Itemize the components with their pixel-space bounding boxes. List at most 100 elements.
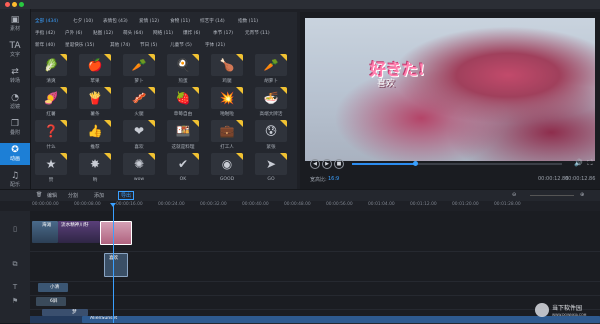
delete-button[interactable]: 🗑 xyxy=(36,192,42,198)
sticker-thumbnail[interactable]: 🍜 xyxy=(255,87,287,109)
sticker-thumbnail[interactable]: ✺ xyxy=(123,153,155,175)
sticker-item[interactable]: ★ 赞 xyxy=(35,153,67,183)
scrubber-handle[interactable] xyxy=(413,161,418,166)
sidebar-item-transition[interactable]: ⇄ 转场 xyxy=(0,65,30,87)
sidebar-item-overlay[interactable]: ❐ 叠附 xyxy=(0,117,30,139)
tab-category[interactable]: 食物 (11) xyxy=(170,18,190,24)
sticker-thumbnail[interactable]: 🍠 xyxy=(35,87,67,109)
sticker-thumbnail[interactable]: 🥕 xyxy=(123,54,155,76)
tab-category[interactable]: 综艺字 (14) xyxy=(200,18,225,24)
tab-category[interactable]: 字体 (21) xyxy=(205,42,225,48)
video-lane[interactable]: 海滩 流水精神川籽 xyxy=(30,211,600,252)
prev-frame-button[interactable]: ◀ xyxy=(310,159,320,169)
sticker-item[interactable]: 💼 打工人 xyxy=(211,120,243,150)
tab-category[interactable]: 儿童节 (5) xyxy=(170,42,192,48)
sticker-thumbnail[interactable]: ◉ xyxy=(211,153,243,175)
sidebar-item-filter[interactable]: ◔ 滤镜 xyxy=(0,91,30,113)
video-clip-selected[interactable] xyxy=(100,221,132,245)
sticker-item[interactable]: 🍓 草莓自由 xyxy=(167,87,199,117)
sticker-item[interactable]: 🥬 清爽 xyxy=(35,54,67,84)
split-button[interactable]: 分割 xyxy=(68,192,78,199)
sticker-item[interactable]: ✺ wow xyxy=(123,153,155,182)
sticker-thumbnail[interactable]: ➤ xyxy=(255,153,287,175)
tab-category[interactable]: 爆炸 (6) xyxy=(183,30,200,36)
sticker-item[interactable]: 💥 啪啪啦 xyxy=(211,87,243,117)
tab-category[interactable]: 指数 (11) xyxy=(238,18,258,24)
sticker-item[interactable]: ➤ GO xyxy=(255,153,287,182)
sticker-item[interactable]: ✔ OK xyxy=(167,153,199,182)
sticker-item[interactable]: 🍟 薯条 xyxy=(79,87,111,117)
close-window-button[interactable] xyxy=(5,2,10,7)
zoom-window-button[interactable] xyxy=(19,2,24,7)
sticker-thumbnail[interactable]: 💥 xyxy=(211,87,243,109)
sidebar-item-animation[interactable]: ✪ 动画 xyxy=(0,143,30,165)
sticker-thumbnail[interactable]: 😰 xyxy=(255,120,287,142)
tab-category[interactable]: 网络 (11) xyxy=(153,30,173,36)
sticker-thumbnail[interactable]: 🥬 xyxy=(35,54,67,76)
video-clip[interactable]: 流水精神川籽 xyxy=(58,221,100,243)
sticker-item[interactable]: ❤ 喜欢 xyxy=(123,120,155,150)
add-button[interactable]: 添加 xyxy=(94,192,104,199)
sticker-thumbnail[interactable]: ★ xyxy=(35,153,67,175)
fullscreen-icon[interactable]: ⛶ xyxy=(586,159,594,167)
tab-category[interactable]: 手指 (42) xyxy=(35,30,55,36)
sticker-thumbnail[interactable]: 🥓 xyxy=(123,87,155,109)
sidebar-item-media[interactable]: ▣ 素材 xyxy=(0,13,30,35)
sticker-item[interactable]: 🍱 这就是料理 xyxy=(167,120,199,150)
tab-category[interactable]: 其他 (74) xyxy=(110,42,130,48)
tab-category[interactable]: 表情包 (43) xyxy=(103,18,128,24)
sticker-item[interactable]: 🥕 萝卜 xyxy=(123,54,155,84)
tab-category[interactable]: 星诞快乐 (15) xyxy=(65,42,94,48)
text-lane[interactable]: 小清 xyxy=(30,281,600,296)
sidebar-item-text[interactable]: TA 文字 xyxy=(0,39,30,61)
sticker-thumbnail[interactable]: 💼 xyxy=(211,120,243,142)
tab-category[interactable]: 户外 (6) xyxy=(65,30,82,36)
sticker-clip[interactable]: 梦 xyxy=(42,309,88,316)
sticker-item[interactable]: 🍎 苹果 xyxy=(79,54,111,84)
sticker-thumbnail[interactable]: 🥕 xyxy=(255,54,287,76)
tab-category[interactable]: 萌头 (64) xyxy=(123,30,143,36)
sticker-item[interactable]: 🥕 胡萝卜 xyxy=(255,54,287,84)
zoom-slider[interactable] xyxy=(530,195,574,196)
music-clip[interactable]: AlienSunset xyxy=(82,316,600,323)
sticker-item[interactable]: 👍 推荐 xyxy=(79,120,111,150)
tab-category[interactable]: 季节 (17) xyxy=(213,30,233,36)
sticker-thumbnail[interactable]: 🍎 xyxy=(79,54,111,76)
sticker-thumbnail[interactable]: 🍓 xyxy=(167,87,199,109)
sticker-item[interactable]: 🍠 红薯 xyxy=(35,87,67,117)
edit-button[interactable]: 编辑 xyxy=(47,192,57,199)
preview-scrubber[interactable] xyxy=(352,161,562,166)
sticker-item[interactable]: 🍜 高端大牌活 xyxy=(255,87,287,117)
sticker-item[interactable]: 🍳 煎蛋 xyxy=(167,54,199,84)
sticker-thumbnail[interactable]: 🍱 xyxy=(167,120,199,142)
tab-category[interactable]: 全部 (434) xyxy=(35,18,58,24)
sticker-item[interactable]: 🍗 鸡腿 xyxy=(211,54,243,84)
sticker-thumbnail[interactable]: ❤ xyxy=(123,120,155,142)
sticker-item[interactable]: ◉ GOOD xyxy=(211,153,243,182)
sticker-thumbnail[interactable]: 🍗 xyxy=(211,54,243,76)
tab-category[interactable]: 元宵节 (11) xyxy=(245,30,270,36)
sticker-thumbnail[interactable]: ✔ xyxy=(167,153,199,175)
tab-category[interactable]: 七夕 (10) xyxy=(73,18,93,24)
video-clip[interactable]: 海滩 xyxy=(32,221,58,243)
zoom-out-icon[interactable]: ⊖ xyxy=(512,192,516,198)
tab-category[interactable]: 爱情 (12) xyxy=(139,18,159,24)
stop-button[interactable]: ■ xyxy=(334,159,344,169)
volume-icon[interactable]: 🔊 xyxy=(574,159,583,167)
sidebar-item-music[interactable]: ♫ 配乐 xyxy=(0,169,30,191)
overlay-lane[interactable]: 喜欢 xyxy=(30,251,600,282)
sticker-item[interactable]: ✸ 哟 xyxy=(79,153,111,183)
tab-category[interactable]: 贴图 (12) xyxy=(93,30,113,36)
aspect-ratio-value[interactable]: 16:9 xyxy=(328,176,339,182)
tab-category[interactable]: 新年 (40) xyxy=(35,42,55,48)
sticker-thumbnail[interactable]: 🍳 xyxy=(167,54,199,76)
overlay-clip[interactable]: 喜欢 xyxy=(104,253,128,277)
play-button[interactable]: ▶ xyxy=(322,159,332,169)
text-clip[interactable]: 小清 xyxy=(38,283,68,292)
sticker-item[interactable]: 🥓 火腿 xyxy=(123,87,155,117)
effect-clip[interactable]: 6屏 xyxy=(36,297,66,306)
sticker-item[interactable]: ❓ 什么 xyxy=(35,120,67,150)
sticker-thumbnail[interactable]: 👍 xyxy=(79,120,111,142)
sticker-thumbnail[interactable]: 🍟 xyxy=(79,87,111,109)
sticker-thumbnail[interactable]: ❓ xyxy=(35,120,67,142)
